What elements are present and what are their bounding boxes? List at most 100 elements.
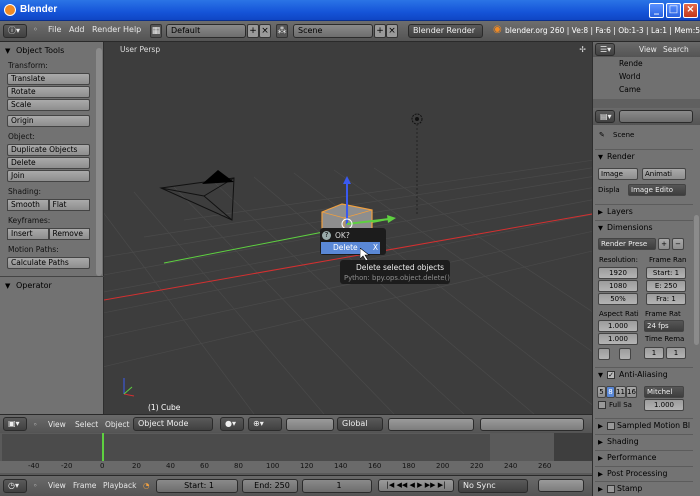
aspect-x-field[interactable]: 1.000: [598, 320, 638, 332]
origin-button[interactable]: Origin: [7, 115, 90, 127]
menu-view[interactable]: View: [48, 481, 66, 490]
3d-viewport[interactable]: User Persp ✢ (1) Cube ? OK? Delete X Del…: [104, 42, 592, 414]
outliner-scrollbar[interactable]: [593, 99, 700, 108]
timeline-toggle-icon[interactable]: ◦: [33, 481, 37, 490]
resolution-x-field[interactable]: 1920: [598, 267, 638, 279]
menu-add[interactable]: Add: [69, 25, 85, 34]
view-toggle-icon[interactable]: ◦: [33, 420, 37, 429]
menu-file[interactable]: File: [48, 25, 61, 34]
layers-panel-header[interactable]: ▶ Layers: [595, 204, 693, 218]
aa-samples-16[interactable]: 16: [626, 386, 637, 398]
keying-buttons[interactable]: [538, 479, 584, 492]
preset-remove-button[interactable]: −: [672, 238, 684, 250]
screen-add-button[interactable]: +: [247, 24, 259, 38]
end-frame-field[interactable]: End: 250: [242, 479, 298, 493]
editor-type-selector[interactable]: ⓘ▾: [3, 24, 27, 38]
pivot-point-dropdown[interactable]: ⊕▾: [248, 417, 282, 431]
playback-controls[interactable]: |◀ ◀◀ ◀ ▶ ▶▶ ▶|: [378, 479, 454, 492]
menu-view[interactable]: View: [48, 420, 66, 429]
post-processing-panel-header[interactable]: ▶ Post Processing: [595, 466, 693, 480]
viewport-corner-icon[interactable]: ✢: [579, 45, 586, 54]
stamp-checkbox[interactable]: [607, 485, 615, 493]
timeline-area[interactable]: [2, 434, 490, 461]
transform-orientation-dropdown[interactable]: Global: [337, 417, 383, 431]
insert-keyframe-button[interactable]: Insert: [7, 228, 49, 240]
popup-delete-item[interactable]: Delete: [321, 242, 380, 254]
editor-type-selector[interactable]: ▤▾: [595, 110, 615, 123]
screen-layout-field[interactable]: Default: [166, 24, 246, 38]
stamp-panel-header[interactable]: ▶ Stamp: [595, 481, 693, 495]
editor-type-selector[interactable]: ◷▾: [3, 479, 27, 493]
snap-render-buttons[interactable]: [480, 418, 584, 431]
scale-button[interactable]: Scale: [7, 99, 90, 111]
editor-type-selector[interactable]: ▣▾: [3, 417, 27, 431]
translate-button[interactable]: Translate: [7, 73, 90, 85]
dimensions-panel-header[interactable]: ▼ Dimensions: [595, 220, 693, 234]
antialiasing-panel-header[interactable]: ▼ ✓ Anti-Aliasing: [595, 367, 693, 381]
scene-remove-button[interactable]: ×: [386, 24, 398, 38]
join-button[interactable]: Join: [7, 170, 90, 182]
display-dropdown[interactable]: Image Edito: [628, 184, 686, 196]
tool-shelf-scrollbar[interactable]: [96, 48, 102, 276]
scene-field[interactable]: Scene: [293, 24, 373, 38]
delete-button[interactable]: Delete: [7, 157, 90, 169]
aa-samples-5[interactable]: 5: [597, 386, 606, 398]
manipulator-toggles[interactable]: [286, 418, 334, 431]
outliner-tree[interactable]: Rende World Came: [593, 57, 700, 99]
sampled-motion-checkbox[interactable]: [607, 422, 615, 430]
pin-icon[interactable]: ✎: [599, 131, 605, 139]
preset-add-button[interactable]: +: [658, 238, 670, 250]
preview-range-icon[interactable]: ◔: [143, 481, 150, 490]
timeline-editor[interactable]: -40 -20 0 20 40 60 80 100 120 140 160 18…: [0, 433, 592, 475]
popup-close-icon[interactable]: X: [373, 242, 378, 254]
aa-size-field[interactable]: 1.000: [644, 399, 684, 411]
maximize-button[interactable]: □: [666, 3, 681, 18]
info-menu-toggle-icon[interactable]: ◦: [33, 25, 38, 34]
render-panel-header[interactable]: ▼ Render: [595, 149, 693, 163]
render-preset-dropdown[interactable]: Render Prese: [598, 238, 656, 250]
outliner-item-render[interactable]: Rende: [619, 59, 643, 71]
properties-context-tabs[interactable]: [619, 110, 693, 123]
start-frame-field[interactable]: Start: 1: [156, 479, 238, 493]
render-engine-dropdown[interactable]: Blender Render: [408, 24, 483, 38]
properties-scrollbar[interactable]: [694, 215, 699, 345]
minimize-button[interactable]: _: [649, 3, 664, 18]
camera-object[interactable]: [159, 170, 235, 221]
aa-samples-11[interactable]: 11: [615, 386, 626, 398]
close-button[interactable]: ×: [683, 3, 698, 18]
scene-icon[interactable]: ⁂: [276, 24, 288, 38]
viewport-shading-dropdown[interactable]: ●▾: [220, 417, 244, 431]
outliner-item-world[interactable]: World: [619, 72, 641, 84]
outliner-search-label[interactable]: Search: [663, 45, 689, 54]
sync-mode-dropdown[interactable]: No Sync: [458, 479, 528, 493]
menu-render[interactable]: Render: [92, 25, 120, 34]
menu-frame[interactable]: Frame: [73, 481, 96, 490]
frame-start-field[interactable]: Start: 1: [646, 267, 686, 279]
layer-buttons[interactable]: [388, 418, 474, 431]
aspect-y-field[interactable]: 1.000: [598, 333, 638, 345]
full-sample-checkbox[interactable]: [598, 401, 606, 409]
border-checkbox[interactable]: [598, 348, 610, 360]
sampled-motion-panel-header[interactable]: ▶ Sampled Motion Bl: [595, 418, 693, 432]
menu-playback[interactable]: Playback: [103, 481, 136, 490]
resolution-percent-field[interactable]: 50%: [598, 293, 638, 305]
remap-new-field[interactable]: 1: [666, 347, 686, 359]
calculate-paths-button[interactable]: Calculate Paths: [7, 257, 90, 269]
render-animation-button[interactable]: Animati: [642, 168, 686, 180]
remap-old-field[interactable]: 1: [644, 347, 664, 359]
aa-filter-dropdown[interactable]: Mitchel: [644, 386, 684, 398]
menu-object[interactable]: Object: [105, 420, 129, 429]
shading-panel-header[interactable]: ▶ Shading: [595, 434, 693, 448]
menu-help[interactable]: Help: [123, 25, 141, 34]
menu-select[interactable]: Select: [75, 420, 98, 429]
antialiasing-checkbox[interactable]: ✓: [607, 371, 615, 379]
frame-rate-dropdown[interactable]: 24 fps: [644, 320, 684, 332]
resolution-y-field[interactable]: 1080: [598, 280, 638, 292]
performance-panel-header[interactable]: ▶ Performance: [595, 450, 693, 464]
frame-end-field[interactable]: E: 250: [646, 280, 686, 292]
mode-dropdown[interactable]: Object Mode: [133, 417, 213, 431]
frame-step-field[interactable]: Fra: 1: [646, 293, 686, 305]
render-image-button[interactable]: Image: [598, 168, 638, 180]
remove-keyframe-button[interactable]: Remove: [48, 228, 90, 240]
aa-samples-8[interactable]: 8: [606, 386, 615, 398]
